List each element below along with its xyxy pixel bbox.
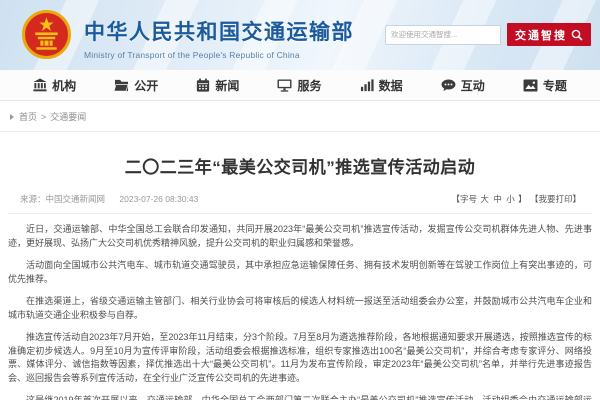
search-button[interactable]: 交通智搜 (507, 23, 591, 46)
brand: 中华人民共和国交通运输部 Ministry of Transport of th… (84, 16, 354, 60)
breadcrumb-current-link[interactable]: 交通要闻 (50, 110, 86, 123)
search-button-label: 交通智搜 (515, 29, 567, 42)
breadcrumb: 首页 > 交通要闻 (0, 101, 600, 132)
nav-item-label: 机构 (52, 78, 77, 93)
article-source: 来源：中国交通新闻网 (20, 194, 106, 204)
nav-item-label: 专题 (542, 78, 567, 93)
breadcrumb-separator: > (41, 111, 47, 122)
site-title: 中华人民共和国交通运输部 (84, 21, 354, 44)
bar-chart-icon (360, 78, 374, 91)
font-size-label: 【字号 (451, 194, 478, 204)
nav-item-shuju[interactable]: 数据 (360, 77, 403, 94)
searchbar: 交通智搜 (385, 23, 591, 46)
nav-item-label: 服务 (297, 78, 322, 93)
calendar-icon (197, 78, 210, 92)
folder-icon (114, 79, 129, 91)
magnifier-icon (571, 29, 583, 41)
page: 中华人民共和国交通运输部 Ministry of Transport of th… (0, 0, 600, 400)
article-paragraph: 活动面向全国城市公共汽电车、城市轨道交通驾驶员，其中承担应急运输保障任务、拥有技… (8, 260, 592, 284)
article-paragraph: 这是继2019年首次开展以来，交通运输部、中华全国总工会两部门第二次联合主办“最… (26, 395, 592, 400)
search-input[interactable] (385, 24, 501, 45)
article-paragraph: 近日，交通运输部、中华全国总工会联合印发通知，共同开展2023年“最美公交司机”… (8, 224, 592, 248)
triangle-bullet-icon (10, 113, 14, 120)
nav-item-label: 新闻 (215, 78, 240, 93)
font-size-small[interactable]: 小 (506, 194, 515, 204)
site-header: 中华人民共和国交通运输部 Ministry of Transport of th… (0, 0, 600, 70)
article-title: 二〇二三年“最美公交司机”推选宣传活动启动 (124, 158, 476, 177)
monitor-icon (278, 78, 292, 92)
nav-item-jigou[interactable]: 机构 (33, 77, 76, 94)
main-nav: 机构 公开 新闻 服务 数据 互动 专题 (0, 70, 600, 101)
font-size-label-close: 】 (518, 194, 527, 204)
breadcrumb-home-link[interactable]: 首页 (19, 110, 37, 123)
nav-item-zhuanti[interactable]: 专题 (523, 77, 567, 94)
site-subtitle: Ministry of Transport of the People's Re… (84, 50, 300, 60)
article-meta: 来源：中国交通新闻网 2023-07-26 08:30:43 【字号 大 中 小… (8, 193, 592, 214)
nav-item-hudong[interactable]: 互动 (441, 77, 485, 94)
article-meta-right: 【字号 大 中 小 】 【我要打印】 (452, 193, 582, 205)
article-meta-left: 来源：中国交通新闻网 2023-07-26 08:30:43 (20, 193, 198, 205)
nav-item-xinwen[interactable]: 新闻 (196, 77, 239, 94)
national-emblem-icon (22, 10, 71, 59)
nav-item-label: 互动 (460, 78, 485, 93)
nav-item-fuwu[interactable]: 服务 (277, 77, 322, 94)
image-icon (523, 78, 538, 92)
article-paragraph: 推选宣传活动自2023年7月开始，至2023年11月结束，分3个阶段。7月至8月… (8, 332, 592, 383)
nav-item-label: 数据 (378, 78, 403, 93)
print-button[interactable]: 【我要打印】 (530, 194, 581, 204)
font-size-medium[interactable]: 中 (493, 194, 502, 204)
nav-item-label: 公开 (134, 78, 159, 93)
chat-icon (441, 78, 456, 91)
nav-item-gongkai[interactable]: 公开 (114, 77, 158, 94)
font-size-large[interactable]: 大 (480, 194, 489, 204)
article: 二〇二三年“最美公交司机”推选宣传活动启动 来源：中国交通新闻网 2023-07… (0, 153, 600, 400)
article-body: 近日，交通运输部、中华全国总工会联合印发通知，共同开展2023年“最美公交司机”… (8, 223, 592, 400)
bank-icon (33, 78, 47, 92)
article-datetime: 2023-07-26 08:30:43 (119, 194, 199, 204)
article-paragraph: 在推选渠道上，省级交通运输主管部门、相关行业协会可将审核后的候选人材料统一报送至… (8, 296, 592, 320)
